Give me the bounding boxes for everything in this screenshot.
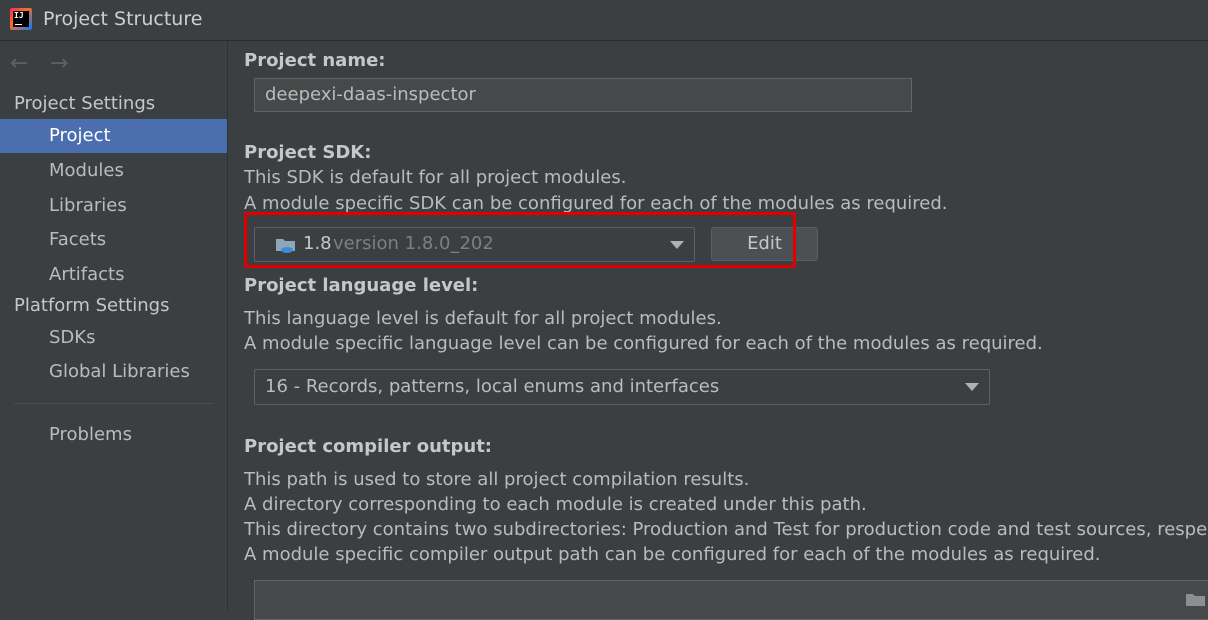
compiler-output-desc-1: This path is used to store all project c… [244,469,750,490]
project-sdk-desc-1: This SDK is default for all project modu… [244,167,627,188]
sidebar-item-project[interactable]: Project [0,119,227,153]
sidebar-divider [14,403,214,404]
language-level-value: 16 - Records, patterns, local enums and … [265,376,720,397]
compiler-output-desc-4: A module specific compiler output path c… [244,544,1101,565]
sidebar: ← → Project Settings Project Modules Lib… [0,41,228,610]
chevron-down-icon [965,383,979,391]
project-name-label: Project name: [244,50,386,71]
sidebar-item-libraries[interactable]: Libraries [0,189,227,223]
sidebar-item-global-libraries[interactable]: Global Libraries [0,355,227,389]
sidebar-item-facets[interactable]: Facets [0,223,227,257]
app-icon-text: IJ [14,11,24,20]
project-name-field[interactable]: deepexi-daas-inspector [254,78,912,112]
language-level-desc-2: A module specific language level can be … [244,333,1043,354]
compiler-output-field[interactable] [254,580,1208,620]
project-sdk-label: Project SDK: [244,142,372,163]
window-title: Project Structure [43,8,203,30]
title-bar: IJ Project Structure [0,0,1208,41]
compiler-output-label: Project compiler output: [244,436,493,457]
edit-sdk-button[interactable]: Edit [711,227,818,261]
language-level-dropdown[interactable]: 16 - Records, patterns, local enums and … [254,369,990,405]
platform-settings-header: Platform Settings [14,295,170,316]
arrow-right-icon[interactable]: → [50,51,68,76]
sdk-version: version 1.8.0_202 [333,233,494,254]
project-settings-header: Project Settings [14,93,156,114]
project-sdk-desc-2: A module specific SDK can be configured … [244,193,948,214]
sidebar-item-sdks[interactable]: SDKs [0,321,227,355]
compiler-output-desc-3: This directory contains two subdirectori… [244,519,1208,540]
language-level-label: Project language level: [244,275,479,296]
intellij-app-icon: IJ [10,8,32,30]
language-level-desc-1: This language level is default for all p… [244,308,722,329]
compiler-output-desc-2: A directory corresponding to each module… [244,494,867,515]
arrow-left-icon[interactable]: ← [10,51,28,76]
project-sdk-dropdown[interactable]: 1.8 version 1.8.0_202 [254,227,695,262]
sdk-folder-icon [276,239,295,253]
sidebar-item-problems[interactable]: Problems [0,418,227,452]
sidebar-item-modules[interactable]: Modules [0,154,227,188]
sdk-name: 1.8 [303,233,332,254]
folder-icon[interactable] [1185,591,1207,609]
chevron-down-icon [670,241,684,249]
project-settings-panel: Project name: deepexi-daas-inspector Pro… [228,41,1208,620]
sidebar-item-artifacts[interactable]: Artifacts [0,258,227,292]
